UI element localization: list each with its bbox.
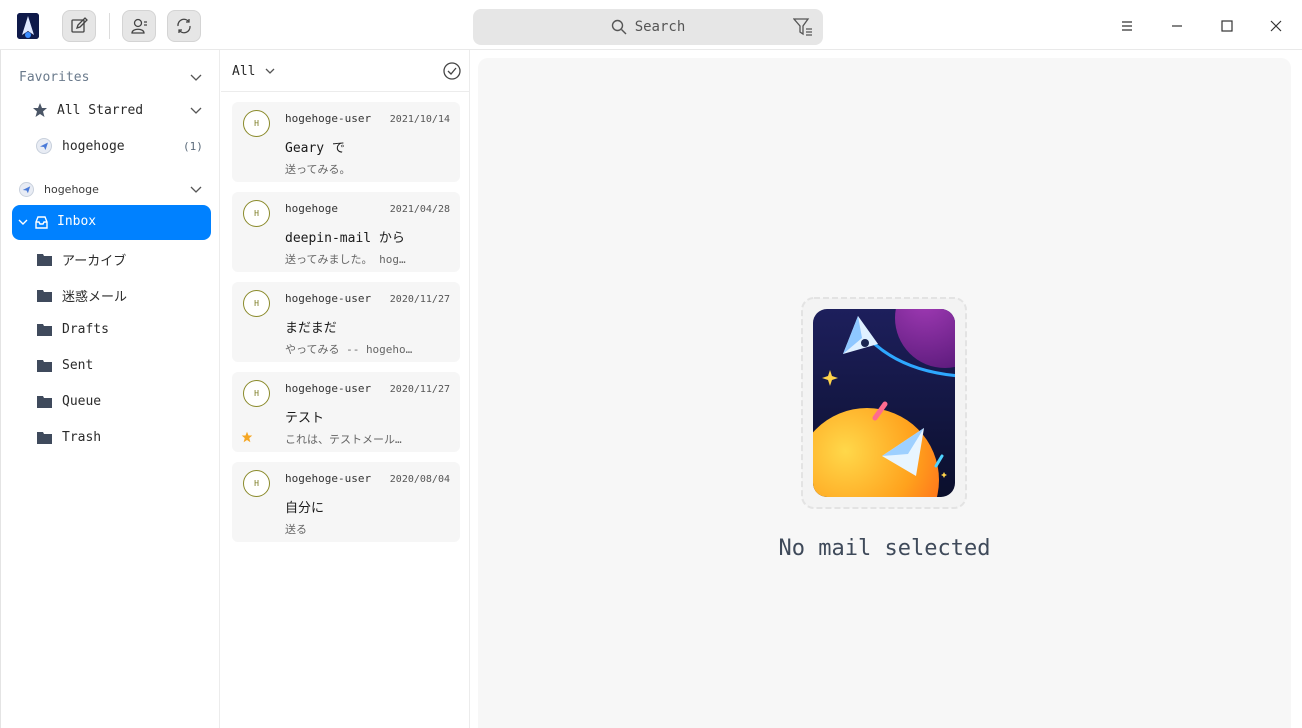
folder-icon: [37, 432, 52, 444]
minimize-button[interactable]: [1162, 10, 1192, 42]
chevron-down-icon[interactable]: [265, 68, 275, 75]
folder-icon: [37, 290, 52, 302]
mail-list-header: All: [221, 50, 470, 92]
avatar: H: [243, 380, 270, 407]
mail-list-item[interactable]: H hogehoge-user 2020/11/27 まだまだ やってみる --…: [232, 282, 460, 362]
sidebar-item-trash[interactable]: Trash: [37, 430, 101, 445]
mail-date: 2020/11/27: [389, 294, 450, 305]
mail-date: 2020/08/04: [389, 474, 450, 485]
contacts-button[interactable]: [122, 10, 156, 42]
no-mail-selected-text: No mail selected: [778, 536, 991, 561]
folder-icon: [37, 324, 52, 336]
mail-preview: やってみる -- hogeho…: [285, 343, 413, 356]
empty-mail-stamp-illustration: [801, 297, 967, 509]
favorites-header[interactable]: Favorites: [19, 70, 89, 85]
sidebar-item-hogehoge[interactable]: hogehoge: [36, 138, 125, 154]
send-account-icon: [19, 182, 34, 197]
refresh-icon: [177, 18, 191, 34]
mail-subject: テスト: [285, 411, 325, 426]
mail-sender: hogehoge-user: [285, 472, 372, 485]
mail-list: All H hogehoge-user 2021/10/14 Geary で 送…: [221, 50, 470, 728]
title-bar: Search: [0, 0, 1302, 50]
sidebar-item-queue[interactable]: Queue: [37, 394, 101, 409]
close-button[interactable]: [1261, 10, 1291, 42]
mail-preview: 送ってみる。: [285, 163, 351, 176]
mail-sender: hogehoge-user: [285, 112, 372, 125]
mail-preview: これは、テストメール…: [285, 433, 402, 446]
search-icon: [611, 19, 627, 35]
inbox-icon: [35, 216, 48, 229]
avatar: H: [243, 110, 270, 137]
avatar: H: [243, 470, 270, 497]
mail-sender: hogehoge: [285, 202, 338, 215]
app-logo-icon[interactable]: [17, 13, 39, 39]
folder-icon: [37, 396, 52, 408]
sidebar-item-label: hogehoge: [62, 138, 125, 154]
mail-subject: deepin-mail から: [285, 231, 405, 246]
maximize-icon: [1221, 20, 1233, 32]
send-account-icon: [36, 138, 52, 154]
sidebar-item-label: 迷惑メール: [62, 290, 128, 305]
sidebar-item-label: Queue: [62, 394, 102, 409]
refresh-button[interactable]: [167, 10, 201, 42]
mail-date: 2021/10/14: [389, 114, 450, 125]
search-filter-icon[interactable]: [793, 17, 813, 37]
chevron-down-icon[interactable]: [190, 186, 202, 194]
sidebar-item-archive[interactable]: アーカイブ: [37, 250, 126, 269]
maximize-button[interactable]: [1212, 10, 1242, 42]
toolbar-divider: [109, 13, 110, 39]
account-header[interactable]: hogehoge: [44, 183, 99, 196]
star-icon[interactable]: [241, 431, 253, 443]
close-icon: [1270, 20, 1282, 32]
avatar: H: [243, 290, 270, 317]
sidebar-item-label: Inbox: [57, 214, 97, 229]
mail-list-item[interactable]: H hogehoge-user 2020/11/27 テスト これは、テストメー…: [232, 372, 460, 452]
folder-icon: [37, 360, 52, 372]
mail-list-item[interactable]: H hogehoge 2021/04/28 deepin-mail から 送って…: [232, 192, 460, 272]
unread-count-badge: (1): [183, 140, 203, 153]
sidebar-item-label: アーカイブ: [62, 254, 127, 269]
minimize-icon: [1172, 25, 1182, 27]
mail-preview: 送る: [285, 523, 307, 536]
menu-button[interactable]: [1112, 10, 1142, 42]
chevron-down-icon[interactable]: [190, 74, 202, 82]
compose-icon: [71, 17, 88, 33]
mail-list-item[interactable]: H hogehoge-user 2021/10/14 Geary で 送ってみる…: [232, 102, 460, 182]
sidebar-item-label: Drafts: [62, 322, 109, 337]
contacts-icon: [131, 18, 147, 34]
avatar: H: [243, 200, 270, 227]
mail-subject: まだまだ: [285, 321, 337, 336]
folder-icon: [37, 254, 52, 266]
sidebar-item-inbox[interactable]: Inbox: [12, 205, 211, 240]
mail-date: 2020/11/27: [389, 384, 450, 395]
sidebar: Favorites All Starred hogehoge (1) hogeh…: [0, 50, 220, 728]
sidebar-item-label: All Starred: [57, 102, 144, 118]
menu-icon: [1122, 21, 1132, 31]
chevron-down-icon[interactable]: [190, 107, 202, 115]
star-icon: [33, 103, 47, 117]
compose-button[interactable]: [62, 10, 96, 42]
mail-filter-select[interactable]: All: [232, 64, 255, 79]
search-box[interactable]: Search: [473, 9, 823, 45]
mail-list-item[interactable]: H hogehoge-user 2020/08/04 自分に 送る: [232, 462, 460, 542]
mail-preview: 送ってみました。 hog…: [285, 253, 406, 266]
select-all-check-icon[interactable]: [443, 62, 461, 80]
sidebar-item-label: Trash: [62, 430, 102, 445]
mail-subject: Geary で: [285, 141, 345, 156]
sidebar-item-label: Sent: [62, 358, 94, 373]
mail-sender: hogehoge-user: [285, 382, 372, 395]
sidebar-item-all-starred[interactable]: All Starred: [32, 102, 143, 118]
mail-date: 2021/04/28: [389, 204, 450, 215]
mail-subject: 自分に: [285, 501, 325, 516]
sidebar-item-drafts[interactable]: Drafts: [37, 322, 109, 337]
chevron-down-icon[interactable]: [18, 219, 28, 226]
sidebar-item-sent[interactable]: Sent: [37, 358, 93, 373]
mail-sender: hogehoge-user: [285, 292, 372, 305]
search-placeholder: Search: [634, 19, 686, 35]
reading-pane: No mail selected: [478, 58, 1291, 728]
sidebar-item-spam[interactable]: 迷惑メール: [37, 286, 127, 305]
